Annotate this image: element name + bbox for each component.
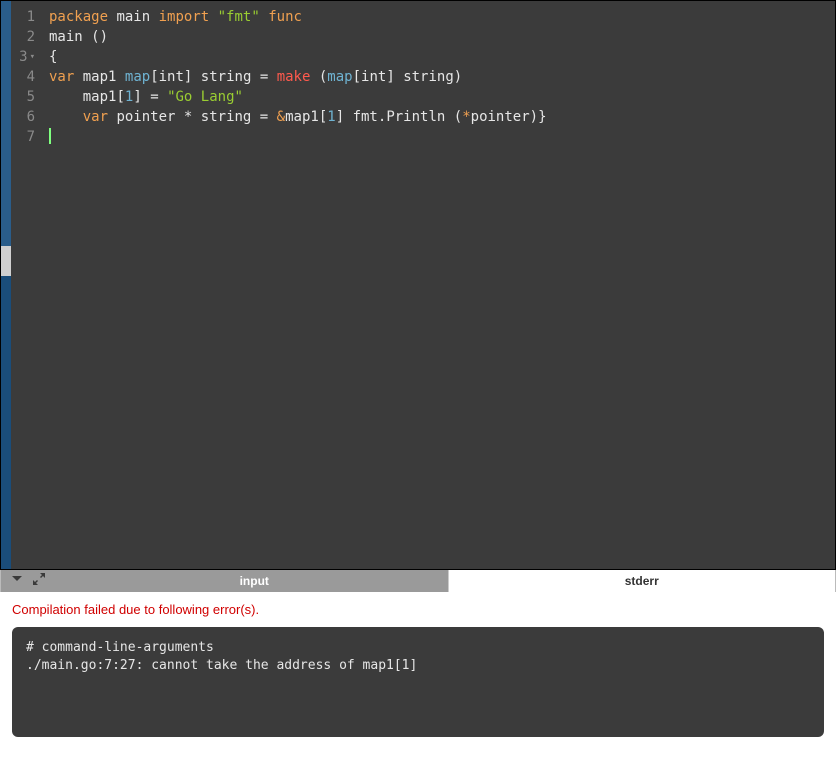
code-line[interactable]: { bbox=[49, 47, 835, 67]
line-number-gutter: 1234567 bbox=[11, 1, 41, 569]
code-line[interactable]: package main import "fmt" func bbox=[49, 7, 835, 27]
code-line[interactable]: var pointer * string = &map1[1] fmt.Prin… bbox=[49, 107, 835, 127]
tab-stderr-label: stderr bbox=[625, 574, 659, 588]
output-area: Compilation failed due to following erro… bbox=[0, 592, 836, 751]
code-line[interactable]: main () bbox=[49, 27, 835, 47]
line-number: 6 bbox=[11, 107, 35, 127]
tab-input[interactable]: input bbox=[61, 570, 448, 592]
line-number: 4 bbox=[11, 67, 35, 87]
stderr-console: # command-line-arguments ./main.go:7:27:… bbox=[12, 627, 824, 737]
code-line[interactable]: map1[1] = "Go Lang" bbox=[49, 87, 835, 107]
panel-controls-left bbox=[1, 570, 61, 592]
line-number: 1 bbox=[11, 7, 35, 27]
text-cursor bbox=[49, 128, 51, 144]
line-number: 5 bbox=[11, 87, 35, 107]
line-number: 7 bbox=[11, 127, 35, 147]
line-number: 2 bbox=[11, 27, 35, 47]
expand-icon[interactable] bbox=[33, 573, 45, 589]
tab-input-label: input bbox=[240, 574, 269, 588]
chevron-down-icon[interactable] bbox=[11, 573, 23, 589]
code-line[interactable]: var map1 map[int] string = make (map[int… bbox=[49, 67, 835, 87]
output-panel-tabs: input stderr bbox=[0, 570, 836, 592]
line-number: 3 bbox=[11, 47, 35, 67]
code-content[interactable]: package main import "fmt" funcmain (){va… bbox=[41, 1, 835, 569]
editor-minimap-strip bbox=[1, 1, 11, 569]
compilation-error-heading: Compilation failed due to following erro… bbox=[12, 602, 824, 617]
code-line[interactable] bbox=[49, 127, 835, 147]
tab-stderr[interactable]: stderr bbox=[448, 570, 836, 592]
code-editor[interactable]: 1234567 package main import "fmt" funcma… bbox=[0, 0, 836, 570]
